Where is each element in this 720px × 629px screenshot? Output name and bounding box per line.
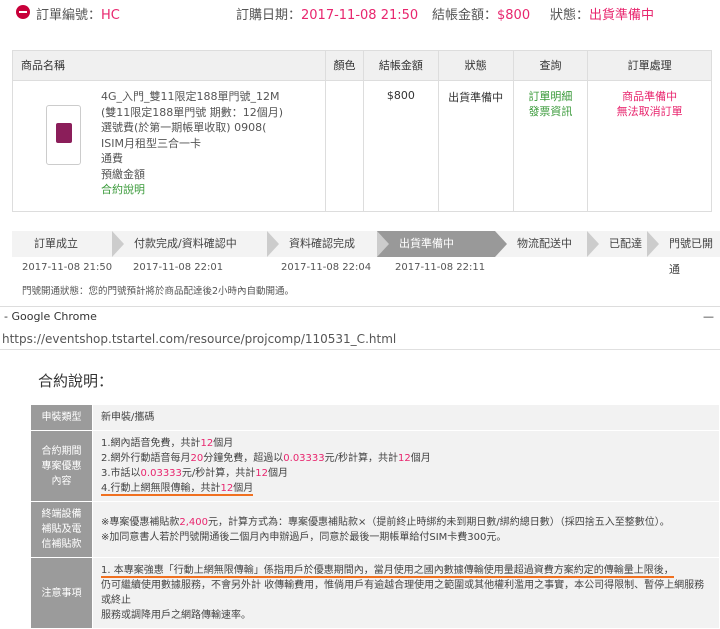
header-query: 查詢 — [512, 50, 588, 81]
cell-query: 訂單明細 發票資訊 — [512, 81, 588, 211]
step-preparing: 出貨準備中 — [377, 231, 507, 257]
contract-page: 合約說明： 申裝類型 新申裝/攜碼 合約期間 專案優惠 內容 1.網內語音免費，共計… — [0, 352, 720, 629]
order-summary-bar: 訂單編號：HC 訂購日期：2017-11-08 21:50 結帳金額：$800 … — [0, 0, 720, 26]
step-confirmed: 資料確認完成 — [267, 231, 389, 257]
invoice-link[interactable]: 發票資訊 — [514, 104, 588, 119]
header-status: 狀態 — [437, 50, 513, 81]
table-row: 終端設備 補貼及電 信補貼款 ※專案優惠補貼款2,400元，計算方式為：專案優惠補貼… — [30, 501, 720, 558]
order-detail-link[interactable]: 訂單明細 — [514, 89, 588, 104]
header-product: 商品名稱 — [21, 58, 65, 72]
contract-table: 申裝類型 新申裝/攜碼 合約期間 專案優惠 內容 1.網內語音免費，共計12個月 2… — [30, 404, 720, 629]
table-header: 商品名稱 顏色 結帳金額 狀態 查詢 訂單處理 — [13, 50, 711, 81]
cell-amount: $800 — [362, 81, 438, 211]
cell-color — [325, 81, 363, 211]
order-amount: 結帳金額：$800 — [432, 8, 531, 23]
order-progress: 訂單成立 付款完成/資料確認中 資料確認完成 出貨準備中 物流配送中 已配達 門… — [12, 231, 720, 276]
address-bar[interactable]: https://eventshop.tstartel.com/resource/… — [0, 328, 720, 350]
header-amount: 結帳金額 — [363, 50, 438, 81]
sim-card-icon — [46, 105, 81, 165]
collapse-icon[interactable] — [16, 5, 30, 19]
order-date: 訂購日期：2017-11-08 21:50 — [236, 8, 419, 23]
window-title-bar: - Google Chrome — — [0, 306, 720, 326]
order-table: 商品名稱 顏色 結帳金額 狀態 查詢 訂單處理 4G_入門_雙11限定188單門… — [12, 50, 712, 212]
table-row: 4G_入門_雙11限定188單門號_12M (雙11限定188單門號 期數：12… — [13, 81, 711, 211]
order-number: 訂單編號：HC — [36, 8, 120, 23]
table-row: 注意事項 1. 本專案強惠「行動上網無限傳輸」係指用戶於優惠期間內，當月使用之國… — [30, 557, 720, 629]
minimize-icon[interactable]: — — [703, 307, 714, 327]
header-actions: 訂單處理 — [587, 50, 711, 81]
step-dates: 2017-11-08 21:50 2017-11-08 22:01 2017-1… — [22, 262, 486, 273]
table-row: 合約期間 專案優惠 內容 1.網內語音免費，共計12個月 2.網外行動語音每月20分… — [30, 430, 720, 502]
table-row: 申裝類型 新申裝/攜碼 — [30, 404, 720, 431]
order-status: 狀態：出貨準備中 — [550, 8, 655, 23]
activation-note: 門號開通狀態：您的門號預計將於商品配達後2小時內自動開通。 — [22, 286, 295, 297]
step-payment: 付款完成/資料確認中 — [112, 231, 279, 257]
header-color: 顏色 — [325, 50, 363, 81]
cell-actions: 商品準備中 無法取消訂單 — [587, 81, 711, 211]
contract-title: 合約說明： — [38, 372, 114, 390]
cell-status: 出貨準備中 — [437, 81, 513, 211]
cannot-cancel-text: 無法取消訂單 — [616, 105, 683, 118]
step-shipping: 物流配送中 — [495, 231, 599, 257]
preparing-text: 商品準備中 — [622, 90, 678, 103]
product-description: 4G_入門_雙11限定188單門號_12M (雙11限定188單門號 期數：12… — [101, 89, 291, 211]
contract-link[interactable]: 合約說明 — [101, 182, 291, 198]
step-created: 訂單成立 — [12, 231, 124, 257]
